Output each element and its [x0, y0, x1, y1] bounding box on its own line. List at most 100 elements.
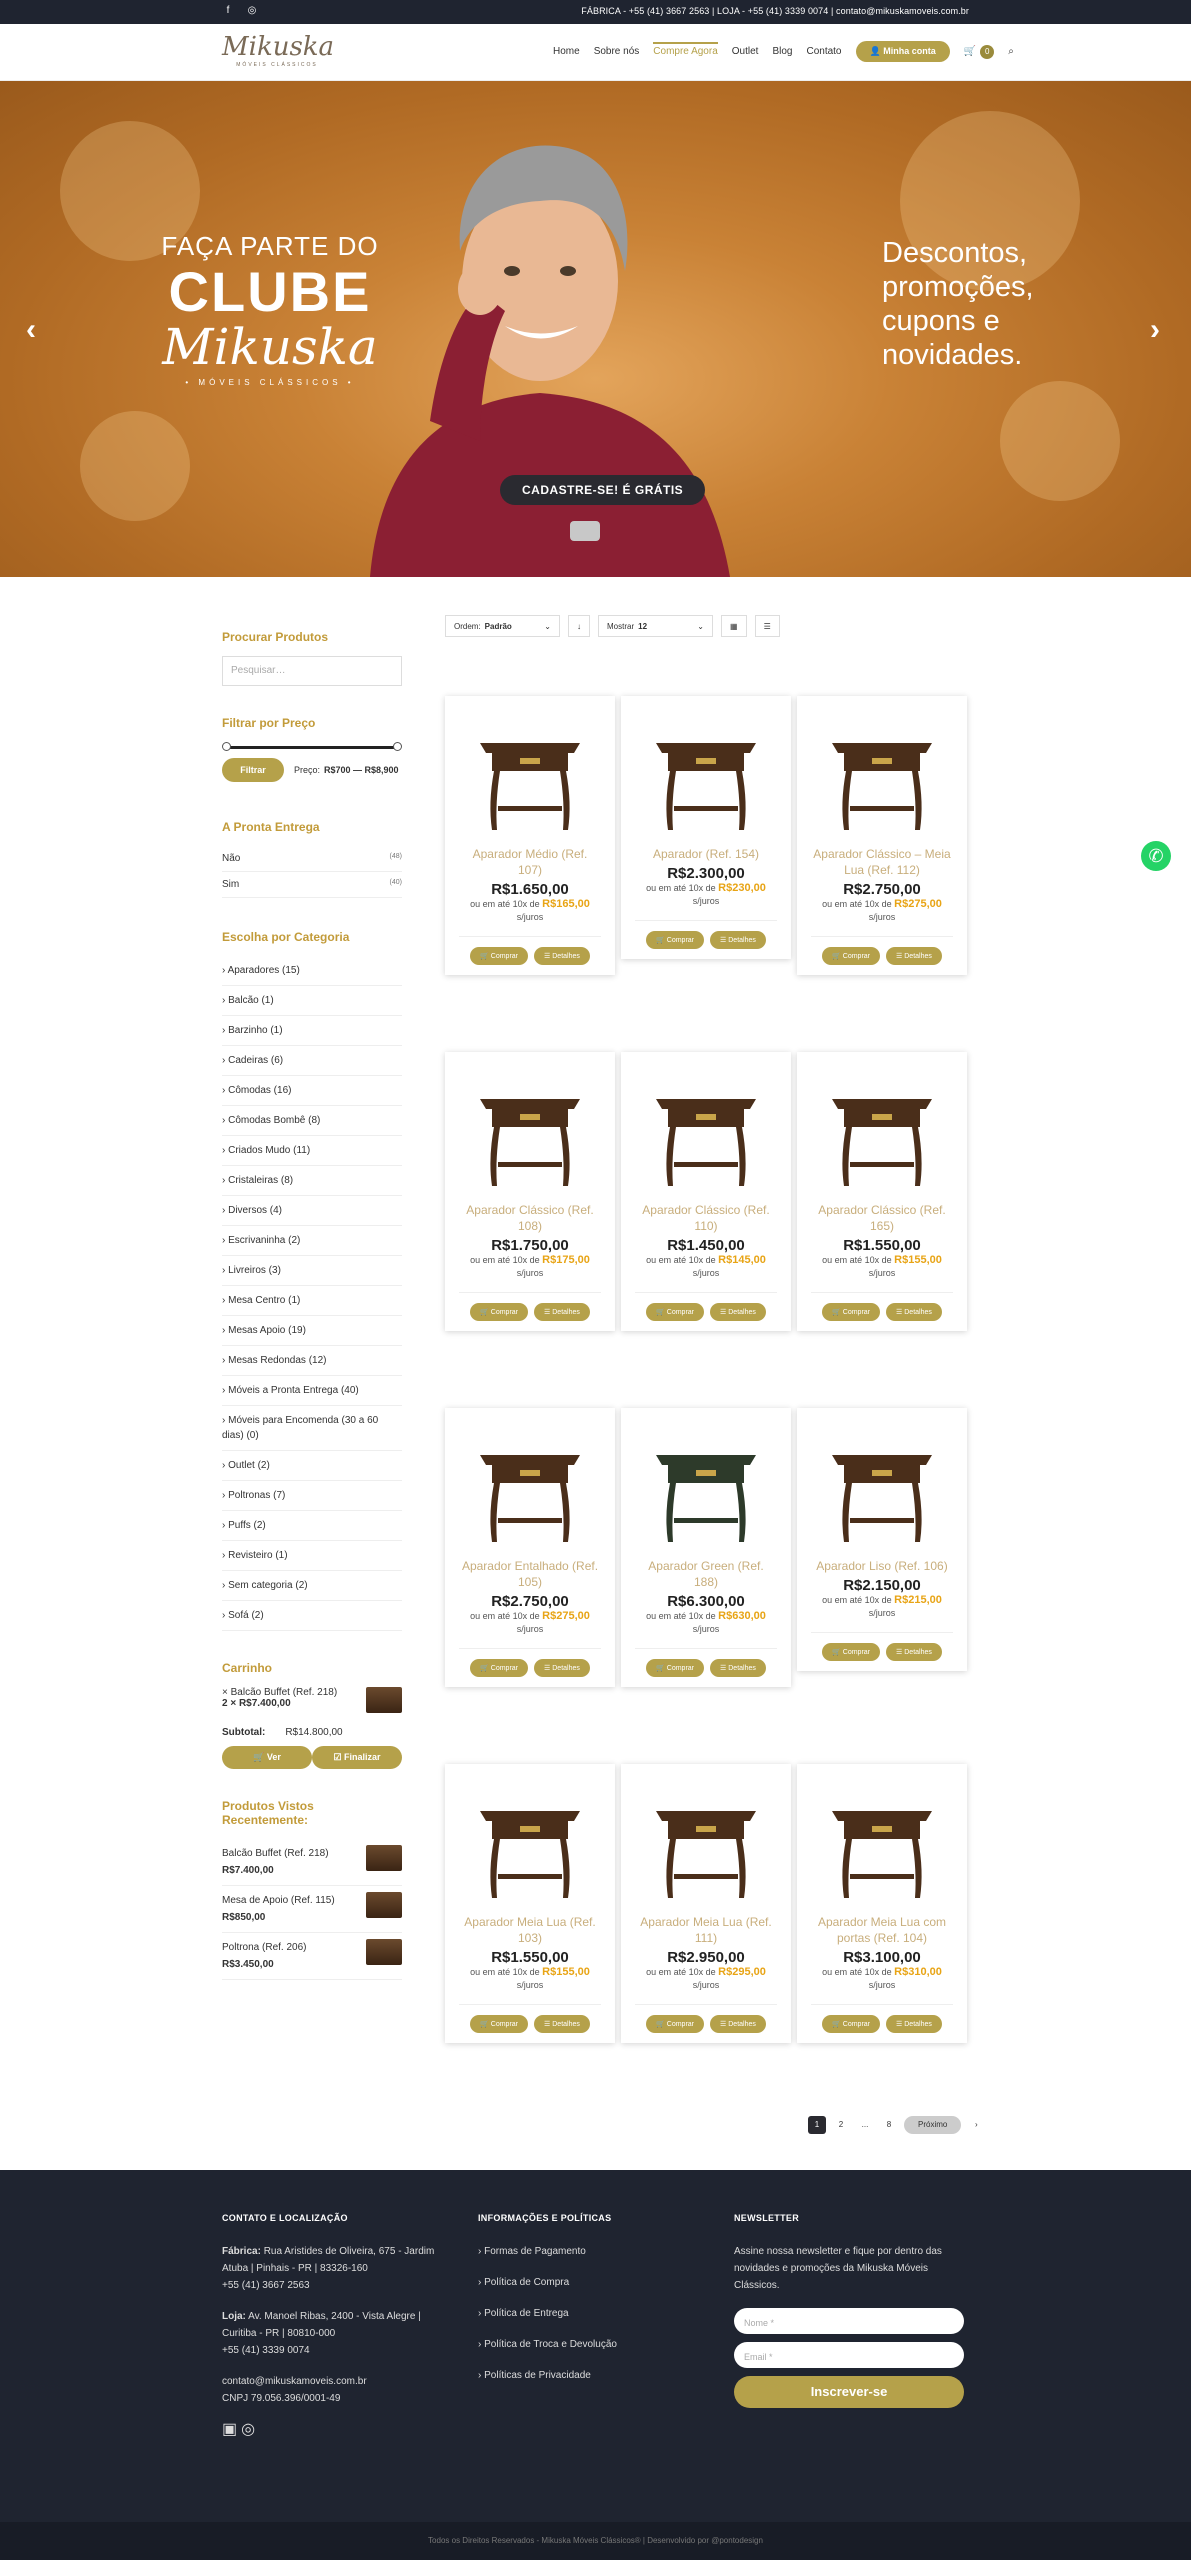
nav-home[interactable]: Home	[553, 46, 580, 57]
category-item[interactable]: › Cômodas (16)	[222, 1076, 402, 1106]
category-item[interactable]: › Outlet (2)	[222, 1451, 402, 1481]
category-item[interactable]: › Puffs (2)	[222, 1511, 402, 1541]
product-card[interactable]: Aparador Clássico (Ref. 165) R$1.550,00 ou…	[797, 1052, 967, 1331]
details-button[interactable]: ☰ Detalhes	[534, 947, 590, 965]
chevron-right-icon[interactable]: ›	[1150, 313, 1160, 347]
newsletter-name-input[interactable]: Nome *	[734, 2308, 964, 2334]
product-card[interactable]: Aparador Green (Ref. 188) R$6.300,00 ou em…	[621, 1408, 791, 1687]
facebook-icon[interactable]: f	[222, 5, 234, 17]
category-item[interactable]: › Criados Mudo (11)	[222, 1136, 402, 1166]
buy-button[interactable]: 🛒 Comprar	[470, 1303, 529, 1321]
chevron-right-icon[interactable]: ›	[967, 2116, 985, 2134]
list-item[interactable]: Sim (40)	[222, 872, 402, 898]
nav-contato[interactable]: Contato	[806, 46, 841, 57]
product-image[interactable]	[646, 718, 766, 838]
footer-link[interactable]: › Políticas de Privacidade	[478, 2367, 678, 2384]
page-8[interactable]: 8	[880, 2116, 898, 2134]
product-name[interactable]: Aparador Clássico (Ref. 108)	[445, 1202, 615, 1234]
category-item[interactable]: › Sem categoria (2)	[222, 1571, 402, 1601]
details-button[interactable]: ☰ Detalhes	[534, 2015, 590, 2033]
product-image[interactable]	[646, 1074, 766, 1194]
product-card[interactable]: Aparador Meia Lua (Ref. 103) R$1.550,00 ou…	[445, 1764, 615, 2043]
details-button[interactable]: ☰ Detalhes	[886, 1643, 942, 1661]
product-card[interactable]: Aparador Meia Lua (Ref. 111) R$2.950,00 ou…	[621, 1764, 791, 2043]
details-button[interactable]: ☰ Detalhes	[710, 2015, 766, 2033]
category-item[interactable]: › Poltronas (7)	[222, 1481, 402, 1511]
facebook-icon[interactable]: ▣	[222, 2421, 237, 2438]
buy-button[interactable]: 🛒 Comprar	[646, 931, 705, 949]
product-image[interactable]	[470, 1786, 590, 1906]
signup-cta-button[interactable]: CADASTRE-SE! É GRÁTIS	[500, 475, 706, 505]
product-name[interactable]: Aparador Meia Lua (Ref. 111)	[621, 1914, 791, 1946]
cart-item-name[interactable]: × Balcão Buffet (Ref. 218)	[222, 1687, 337, 1698]
category-item[interactable]: › Barzinho (1)	[222, 1016, 402, 1046]
product-card[interactable]: Aparador Entalhado (Ref. 105) R$2.750,00 o…	[445, 1408, 615, 1687]
product-card[interactable]: Aparador (Ref. 154) R$2.300,00 ou em até 1…	[621, 696, 791, 959]
details-button[interactable]: ☰ Detalhes	[534, 1659, 590, 1677]
product-card[interactable]: Aparador Clássico (Ref. 110) R$1.450,00 ou…	[621, 1052, 791, 1331]
buy-button[interactable]: 🛒 Comprar	[470, 947, 529, 965]
footer-link[interactable]: › Política de Compra	[478, 2274, 678, 2291]
slider-handle-max[interactable]	[393, 742, 402, 751]
category-item[interactable]: › Aparadores (15)	[222, 956, 402, 986]
product-card[interactable]: Aparador Clássico – Meia Lua (Ref. 112) R…	[797, 696, 967, 975]
sort-direction-button[interactable]: ↓	[568, 615, 590, 637]
logo[interactable]: Mikuska MÓVEIS CLÁSSICOS	[222, 32, 334, 74]
category-item[interactable]: › Mesas Apoio (19)	[222, 1316, 402, 1346]
list-view-button[interactable]: ☰	[754, 615, 780, 637]
product-name[interactable]: Aparador Liso (Ref. 106)	[797, 1558, 967, 1574]
price-slider[interactable]	[222, 742, 402, 752]
product-image[interactable]	[646, 1786, 766, 1906]
details-button[interactable]: ☰ Detalhes	[886, 1303, 942, 1321]
product-card[interactable]: Aparador Médio (Ref. 107) R$1.650,00 ou em…	[445, 696, 615, 975]
product-name[interactable]: Aparador Meia Lua (Ref. 103)	[445, 1914, 615, 1946]
category-item[interactable]: › Móveis a Pronta Entrega (40)	[222, 1376, 402, 1406]
instagram-icon[interactable]: ◎	[246, 5, 258, 17]
page-1[interactable]: 1	[808, 2116, 826, 2134]
product-name[interactable]: Aparador Clássico (Ref. 110)	[621, 1202, 791, 1234]
nav-sobre[interactable]: Sobre nós	[594, 46, 640, 57]
grid-view-button[interactable]: ▦	[721, 615, 747, 637]
category-item[interactable]: › Móveis para Encomenda (30 a 60 dias) (…	[222, 1406, 402, 1451]
category-item[interactable]: › Sofá (2)	[222, 1601, 402, 1631]
chevron-left-icon[interactable]: ‹	[26, 313, 36, 347]
nav-blog[interactable]: Blog	[772, 46, 792, 57]
product-name[interactable]: Aparador Clássico – Meia Lua (Ref. 112)	[797, 846, 967, 878]
slider-handle-min[interactable]	[222, 742, 231, 751]
category-item[interactable]: › Cristaleiras (8)	[222, 1166, 402, 1196]
footer-link[interactable]: › Política de Entrega	[478, 2305, 678, 2322]
instagram-icon[interactable]: ◎	[241, 2421, 255, 2438]
product-name[interactable]: Aparador Clássico (Ref. 165)	[797, 1202, 967, 1234]
newsletter-email-input[interactable]: Email *	[734, 2342, 964, 2368]
product-card[interactable]: Aparador Meia Lua com portas (Ref. 104) R…	[797, 1764, 967, 2043]
details-button[interactable]: ☰ Detalhes	[534, 1303, 590, 1321]
checkout-button[interactable]: ☑ Finalizar	[312, 1746, 402, 1769]
search-icon[interactable]: ⌕	[1008, 46, 1014, 57]
product-image[interactable]	[470, 718, 590, 838]
category-item[interactable]: › Cadeiras (6)	[222, 1046, 402, 1076]
buy-button[interactable]: 🛒 Comprar	[470, 2015, 529, 2033]
category-item[interactable]: › Revisteiro (1)	[222, 1541, 402, 1571]
nav-compre-agora[interactable]: Compre Agora	[653, 42, 718, 57]
category-item[interactable]: › Mesas Redondas (12)	[222, 1346, 402, 1376]
order-select[interactable]: Ordem: Padrão ⌄	[445, 615, 560, 637]
product-image[interactable]	[822, 1786, 942, 1906]
category-item[interactable]: › Mesa Centro (1)	[222, 1286, 402, 1316]
show-count-select[interactable]: Mostrar 12 ⌄	[598, 615, 713, 637]
buy-button[interactable]: 🛒 Comprar	[822, 2015, 881, 2033]
factory-phone[interactable]: +55 (41) 3667 2563	[222, 2280, 310, 2291]
product-card[interactable]: Aparador Clássico (Ref. 108) R$1.750,00 ou…	[445, 1052, 615, 1331]
whatsapp-icon[interactable]: ✆	[1141, 841, 1171, 871]
product-image[interactable]	[822, 718, 942, 838]
buy-button[interactable]: 🛒 Comprar	[822, 1643, 881, 1661]
product-name[interactable]: Aparador Médio (Ref. 107)	[445, 846, 615, 878]
page-2[interactable]: 2	[832, 2116, 850, 2134]
details-button[interactable]: ☰ Detalhes	[886, 947, 942, 965]
product-card[interactable]: Aparador Liso (Ref. 106) R$2.150,00 ou em …	[797, 1408, 967, 1671]
buy-button[interactable]: 🛒 Comprar	[646, 2015, 705, 2033]
product-image[interactable]	[822, 1074, 942, 1194]
footer-link[interactable]: › Formas de Pagamento	[478, 2243, 678, 2260]
product-image[interactable]	[470, 1074, 590, 1194]
footer-link[interactable]: › Política de Troca e Devolução	[478, 2336, 678, 2353]
buy-button[interactable]: 🛒 Comprar	[822, 1303, 881, 1321]
